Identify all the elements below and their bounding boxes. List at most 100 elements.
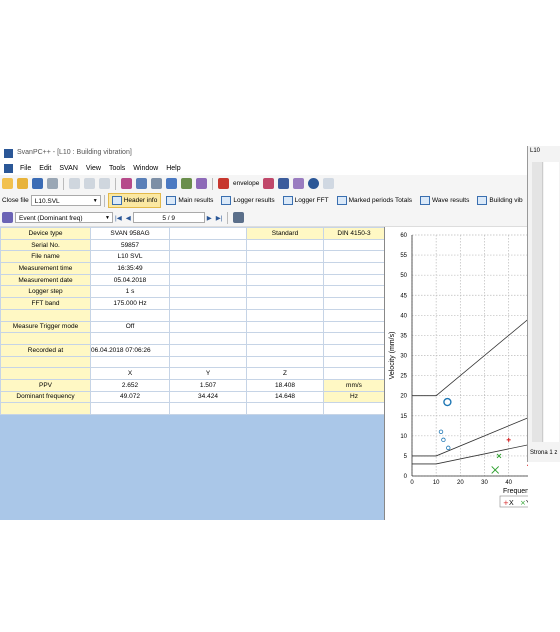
cell-value	[90, 308, 170, 322]
table-row[interactable]: File name L10 SVL	[0, 250, 385, 264]
menu-view[interactable]: View	[82, 165, 105, 172]
copy-icon[interactable]	[84, 178, 95, 189]
file-combo-value: L10.SVL	[34, 198, 60, 205]
cell-unit: mm/s	[323, 378, 385, 392]
table-row[interactable]	[0, 308, 385, 322]
record-counter[interactable]: 5 / 9	[132, 212, 205, 223]
tab-marked-periods[interactable]: Marked periods Totals	[334, 194, 415, 207]
instrument-icon[interactable]	[121, 178, 132, 189]
file-combo[interactable]: L10.SVL ▼	[30, 195, 101, 206]
table-row[interactable]: Dominant frequency 49.072 34.424 14.648 Hz	[0, 390, 385, 404]
cell-label	[0, 402, 91, 415]
cell-y-col	[169, 308, 247, 322]
record-counter-value: 5 / 9	[162, 215, 176, 222]
previous-record-icon[interactable]: ◀	[126, 214, 131, 222]
tab-main-results[interactable]: Main results	[163, 194, 216, 207]
cell-label: Device type	[0, 227, 91, 240]
menu-help[interactable]: Help	[162, 165, 184, 172]
tab-header-info[interactable]: Header info	[107, 193, 162, 208]
table-row[interactable]: Serial No. 59857	[0, 238, 385, 252]
last-record-icon[interactable]: ▶|	[216, 214, 223, 222]
cut-icon[interactable]	[69, 178, 80, 189]
data-point-z	[443, 397, 452, 407]
meter-icon[interactable]	[136, 178, 147, 189]
header-info-body: Device type SVAN 958AG Standard DIN 4150-3 S…	[0, 227, 385, 415]
envelope-label[interactable]: envelope	[233, 180, 259, 187]
tool-icon[interactable]	[181, 178, 192, 189]
toolbar-separator	[115, 177, 116, 190]
table-row[interactable]: PPV 2.652 1.507 18.408 mm/s	[0, 378, 385, 392]
data-point-x	[527, 464, 528, 466]
tab-icon	[336, 196, 347, 205]
document-icon[interactable]	[4, 163, 13, 173]
table-row[interactable]: FFT band 175.000 Hz	[0, 297, 385, 310]
data-point-z	[446, 445, 451, 451]
toolbar-separator	[212, 177, 213, 190]
extra-icon[interactable]	[323, 178, 335, 189]
cell-y-col	[169, 402, 247, 415]
first-record-icon[interactable]: |◀	[115, 214, 122, 222]
y-tick-label: 5	[404, 454, 408, 460]
table-row[interactable]: Measure Trigger mode Off	[0, 320, 385, 334]
x-tick-label: 20	[457, 480, 464, 486]
y-tick-label: 40	[400, 313, 407, 319]
tab-building-vibration[interactable]: Building vib	[474, 194, 525, 207]
cell-value: 06.04.2018 07:06:26	[90, 343, 170, 357]
tab-logger-results[interactable]: Logger results	[218, 194, 277, 207]
table-row[interactable]: Measurement date 05.04.2018	[0, 273, 385, 287]
cell-value: 175.000 Hz	[90, 297, 170, 310]
cell-value	[90, 402, 170, 415]
cell-label	[0, 367, 91, 380]
tab-label: Logger results	[233, 197, 275, 204]
menu-edit[interactable]: Edit	[35, 165, 55, 172]
cell-label: Measurement time	[0, 262, 91, 275]
save-icon[interactable]	[32, 178, 43, 189]
event-combo[interactable]: Event (Dominant freq) ▼	[15, 212, 113, 223]
cell-y-col	[169, 343, 247, 357]
table-row[interactable]: Measurement time 16:35:49	[0, 262, 385, 275]
cell-z-col	[246, 332, 324, 345]
table-row[interactable]: Device type SVAN 958AG Standard DIN 4150-3	[0, 227, 385, 240]
tab-logger-fft[interactable]: Logger FFT	[280, 194, 332, 207]
next-record-icon[interactable]: ▶	[207, 214, 212, 222]
open-folder-icon[interactable]	[17, 178, 28, 189]
menu-window[interactable]: Window	[129, 165, 162, 172]
chart-icon[interactable]	[166, 178, 177, 189]
new-file-icon[interactable]	[2, 178, 13, 189]
cell-z-col: 18.408	[246, 378, 324, 392]
cell-unit	[323, 332, 385, 345]
y-tick-label: 20	[400, 394, 407, 400]
paste-icon[interactable]	[99, 178, 110, 189]
table-row[interactable]: Recorded at 06.04.2018 07:06:26	[0, 343, 385, 357]
y-tick-label: 45	[400, 293, 407, 299]
event-icon[interactable]	[2, 212, 13, 223]
grid-icon[interactable]	[151, 178, 162, 189]
palette-icon[interactable]	[293, 178, 305, 189]
help-icon[interactable]	[308, 178, 320, 189]
pen-icon[interactable]	[196, 178, 207, 189]
cell-y-col	[169, 355, 247, 369]
table-row[interactable]	[0, 332, 385, 345]
table-row[interactable]: XYZ	[0, 367, 385, 380]
table-row[interactable]	[0, 402, 385, 415]
table-icon[interactable]	[233, 212, 245, 223]
menu-file[interactable]: File	[16, 165, 35, 172]
close-file-button[interactable]: Close file	[2, 197, 29, 204]
text-icon[interactable]	[278, 178, 290, 189]
cell-z-col	[246, 320, 324, 334]
table-row[interactable]	[0, 355, 385, 369]
y-tick-label: 10	[400, 434, 407, 440]
tab-label: Building vib	[489, 197, 523, 204]
tab-wave-results[interactable]: Wave results	[417, 194, 472, 207]
menu-tools[interactable]: Tools	[105, 165, 129, 172]
results-toolbar: Close file L10.SVL ▼ Header info Main re…	[0, 192, 528, 210]
envelope-icon[interactable]	[218, 178, 229, 189]
menu-svan[interactable]: SVAN	[55, 165, 82, 172]
cell-y-col	[169, 250, 247, 264]
tab-icon	[111, 196, 122, 205]
zoom-icon[interactable]	[263, 178, 275, 189]
table-row[interactable]: Logger step 1 s	[0, 285, 385, 299]
cell-value: 16:35:49	[90, 262, 170, 275]
print-icon[interactable]	[47, 178, 58, 189]
toolbar-separator	[103, 194, 105, 207]
